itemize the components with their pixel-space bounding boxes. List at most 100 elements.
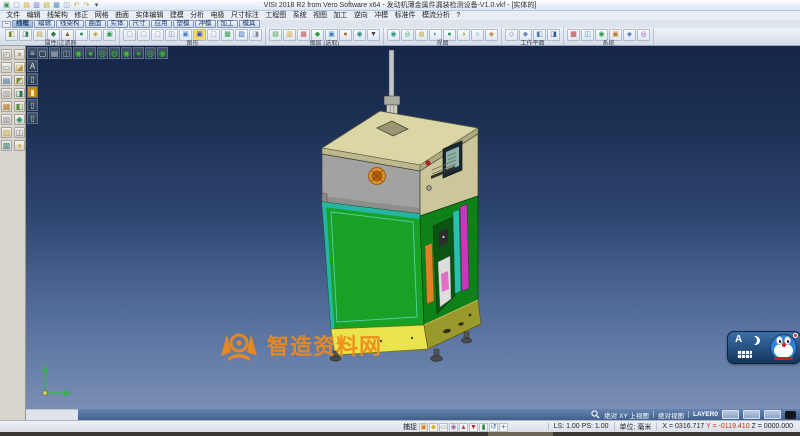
vp-annotation-icon[interactable]: A bbox=[27, 60, 38, 72]
tab-die[interactable]: 冲模 bbox=[195, 20, 216, 28]
vp-bottom-view-icon[interactable]: ◎ bbox=[145, 47, 156, 59]
color-filter-icon[interactable]: ◆ bbox=[47, 29, 60, 41]
vp-iso-view-icon[interactable]: ● bbox=[85, 47, 96, 59]
render-mode-icon[interactable]: ▣ bbox=[179, 29, 192, 41]
layer-move-icon[interactable]: ● bbox=[339, 29, 352, 41]
menu-item[interactable]: 系统 bbox=[290, 11, 310, 20]
element-filter-icon[interactable]: ◨ bbox=[19, 29, 32, 41]
undo-icon[interactable]: ↶ bbox=[72, 1, 81, 10]
menu-item[interactable]: 编辑 bbox=[23, 11, 43, 20]
tab-dimension[interactable]: 尺寸 bbox=[129, 20, 150, 28]
layer-quick-button[interactable] bbox=[722, 410, 739, 419]
sidebar-hatch-icon[interactable]: ▨ bbox=[1, 88, 12, 99]
tab-wireframe[interactable]: 线框 bbox=[12, 20, 33, 28]
vp-front-view-icon[interactable]: ◍ bbox=[109, 47, 120, 59]
vp-top-view-icon[interactable]: ◎ bbox=[97, 47, 108, 59]
snap-quadrant-icon[interactable]: ▮ bbox=[479, 423, 488, 432]
view-side-icon[interactable]: ◐ bbox=[429, 29, 442, 41]
system-globe-icon[interactable]: ◉ bbox=[595, 29, 608, 41]
workplane-reset-icon[interactable]: ◨ bbox=[547, 29, 560, 41]
menu-item[interactable]: 逆向 bbox=[351, 11, 371, 20]
view-top-icon[interactable]: ◎ bbox=[401, 29, 414, 41]
layer-current-icon[interactable]: ◆ bbox=[311, 29, 324, 41]
cad-viewport[interactable]: ≡A▯▮▯▯ ▢▤◫◉●◎◍◉●◎◉ bbox=[26, 46, 800, 420]
view-reference-label[interactable]: 绝对视图 bbox=[658, 410, 684, 420]
app-logo-icon[interactable]: ▣ bbox=[2, 1, 11, 10]
regen-icon[interactable]: ↺ bbox=[489, 423, 498, 432]
redo-icon[interactable]: ↷ bbox=[82, 1, 91, 10]
group-filter-icon[interactable]: ● bbox=[75, 29, 88, 41]
hidden-line-icon[interactable]: ▢ bbox=[151, 29, 164, 41]
ghost-mode-icon[interactable]: ◫ bbox=[165, 29, 178, 41]
tab-surface[interactable]: 曲面 bbox=[85, 20, 106, 28]
menu-item[interactable]: 加工 bbox=[330, 11, 350, 20]
red-button[interactable] bbox=[426, 161, 430, 165]
material-icon[interactable]: ▦ bbox=[221, 29, 234, 41]
sidebar-delete-icon[interactable]: × bbox=[14, 49, 25, 60]
gray-button[interactable] bbox=[427, 186, 432, 191]
layer-new-icon[interactable]: ▤ bbox=[269, 29, 282, 41]
system-settings-icon[interactable]: ▦ bbox=[567, 29, 580, 41]
ime-mascot-doraemon[interactable] bbox=[770, 334, 797, 361]
tab-edit[interactable]: 编辑 bbox=[34, 20, 55, 28]
ime-keyboard-icon[interactable] bbox=[737, 350, 752, 358]
snap-point-icon[interactable]: ◆ bbox=[429, 423, 438, 432]
view-iso-icon[interactable]: ◉ bbox=[387, 29, 400, 41]
menu-item[interactable]: 冲模 bbox=[371, 11, 391, 20]
layer-quick-button[interactable] bbox=[764, 410, 781, 419]
view-pan-icon[interactable]: ○ bbox=[471, 29, 484, 41]
sidebar-scale-icon[interactable]: ◆ bbox=[14, 114, 25, 125]
menu-item[interactable]: 线架构 bbox=[44, 11, 71, 20]
vp-panel-icon[interactable]: ▯ bbox=[27, 73, 38, 85]
tab-mold[interactable]: 塑模 bbox=[173, 20, 194, 28]
sidebar-group-icon[interactable]: ◫ bbox=[14, 127, 25, 138]
snap-center-icon[interactable]: ◉ bbox=[449, 423, 458, 432]
snap-line-icon[interactable]: ▭ bbox=[439, 423, 448, 432]
vp-extra-tool-icon[interactable]: ▯ bbox=[27, 112, 38, 124]
tab-tooling[interactable]: 模具 bbox=[239, 20, 260, 28]
layer-visibility-icon[interactable]: ▦ bbox=[297, 29, 310, 41]
window-icon[interactable]: ◫ bbox=[62, 1, 71, 10]
workplane-view-icon[interactable]: ◧ bbox=[533, 29, 546, 41]
ime-language-indicator[interactable]: A bbox=[735, 334, 742, 345]
layer-select-icon[interactable]: ▣ bbox=[325, 29, 338, 41]
sidebar-offset-icon[interactable]: ▥ bbox=[1, 127, 12, 138]
layer-quick-button[interactable] bbox=[743, 410, 760, 419]
menu-item[interactable]: 实体编辑 bbox=[132, 11, 166, 20]
ime-moon-icon[interactable] bbox=[751, 336, 760, 345]
new-file-icon[interactable]: ▢ bbox=[12, 1, 21, 10]
mask-filter-icon[interactable]: ◈ bbox=[89, 29, 102, 41]
sidebar-layers-icon[interactable]: ▤ bbox=[1, 75, 12, 86]
machine-lower-green-cabinet[interactable] bbox=[322, 196, 478, 329]
reset-filter-icon[interactable]: ▣ bbox=[103, 29, 116, 41]
menu-item[interactable]: 分析 bbox=[187, 11, 207, 20]
sidebar-select-icon[interactable]: ◰ bbox=[1, 49, 12, 60]
menu-item[interactable]: 文件 bbox=[3, 11, 23, 20]
sidebar-move-icon[interactable]: ◧ bbox=[14, 101, 25, 112]
wireframe-mode-icon[interactable]: ▢ bbox=[137, 29, 150, 41]
vp-views-icon[interactable]: ◫ bbox=[61, 47, 72, 59]
system-calc-icon[interactable]: ▣ bbox=[609, 29, 622, 41]
view-front-icon[interactable]: ◍ bbox=[415, 29, 428, 41]
menu-item[interactable]: 网格 bbox=[92, 11, 112, 20]
sidebar-explode-icon[interactable]: ▩ bbox=[1, 140, 12, 151]
view-zoom-fit-icon[interactable]: ● bbox=[443, 29, 456, 41]
menu-item[interactable]: 标准件 bbox=[391, 11, 418, 20]
menu-item[interactable]: 电极 bbox=[207, 11, 227, 20]
grid-toggle-icon[interactable]: + bbox=[499, 423, 508, 432]
menu-item[interactable]: 视图 bbox=[310, 11, 330, 20]
ime-toolbar[interactable]: A bbox=[727, 331, 800, 364]
sidebar-properties-icon[interactable]: ● bbox=[14, 140, 25, 151]
menu-item[interactable]: ? bbox=[453, 11, 463, 20]
select-filter-icon[interactable]: ◧ bbox=[5, 29, 18, 41]
vp-clip-icon[interactable]: ▯ bbox=[27, 99, 38, 111]
vp-rotate-view-icon[interactable]: ◉ bbox=[157, 47, 168, 59]
view-zoom-window-icon[interactable]: ◑ bbox=[457, 29, 470, 41]
vp-open-icon[interactable]: ▤ bbox=[49, 47, 60, 59]
shade-mode-icon[interactable]: ▢ bbox=[123, 29, 136, 41]
sidebar-trim-icon[interactable]: ◪ bbox=[14, 62, 25, 73]
collapse-toolbar-button[interactable]: − bbox=[2, 21, 11, 28]
snap-grid-icon[interactable]: ▣ bbox=[419, 423, 428, 432]
active-layer-label[interactable]: LAYER0 bbox=[693, 411, 718, 418]
menu-item[interactable]: 尺寸标注 bbox=[228, 11, 262, 20]
